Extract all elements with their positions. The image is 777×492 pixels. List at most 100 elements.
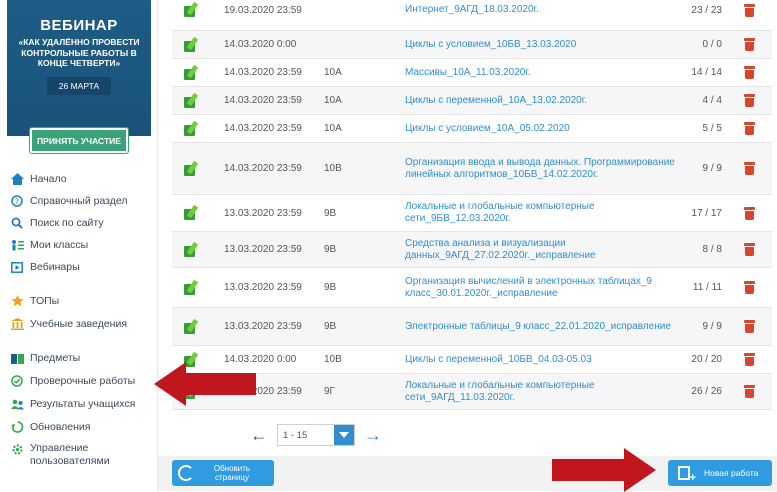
table-row[interactable]: 14.03.2020 0:00 10В Циклы с переменной_10Б… [172, 346, 772, 374]
row-test-name-link[interactable]: Электронные таблицы_9 класс_22.01.2020_и… [405, 308, 675, 345]
table-row[interactable]: 14.03.2020 0:00 Циклы с условием_10БВ_13.… [172, 31, 772, 59]
star-icon [10, 294, 24, 308]
sidebar-item-top[interactable]: ТОПы [10, 294, 59, 308]
row-test-name-link[interactable]: Циклы с переменной_10А_13.02.2020г. [405, 87, 675, 114]
refresh-label: Обновить страницу [213, 464, 251, 482]
next-page-arrow[interactable]: → [361, 425, 385, 446]
row-date: 13.03.2020 23:59 [224, 207, 302, 219]
trash-icon[interactable] [744, 0, 760, 30]
row-test-name-link[interactable]: Локальные и глобальные компьютерные сети… [405, 195, 675, 231]
row-date: 13.03.2020 23:59 [224, 321, 302, 332]
row-date: 13.03.2020 23:59 [224, 282, 302, 293]
sidebar-item-updates[interactable]: Обновления [10, 420, 90, 434]
new-work-button[interactable]: Новая работа [668, 460, 772, 486]
edit-icon[interactable] [184, 232, 204, 267]
sidebar-item-tests[interactable]: Проверочные работы [10, 374, 135, 388]
row-test-name-link[interactable]: Циклы с условием_10А_05.02.2020 [405, 115, 675, 142]
refresh-button[interactable]: Обновить страницу [172, 460, 274, 486]
row-class: 10А [324, 67, 342, 78]
edit-icon[interactable] [184, 0, 204, 30]
table-row[interactable]: 13.03.2020 23:59 9В Локальные и глобальные… [172, 195, 772, 232]
row-date: 14.03.2020 23:59 [224, 163, 302, 174]
svg-text:?: ? [15, 197, 19, 206]
row-class: 10А [324, 95, 342, 106]
subjects-icon [10, 351, 24, 365]
row-score: 4 / 4 [702, 95, 722, 106]
edit-icon[interactable] [184, 308, 204, 345]
row-date: 14.03.2020 23:59 [224, 95, 302, 106]
sidebar-item-classes[interactable]: Мои классы [10, 238, 88, 252]
row-date: 14.03.2020 0:00 [224, 39, 297, 50]
new-work-label: Новая работа [704, 468, 759, 478]
row-test-name-link[interactable]: Интернет_9АГД_18.03.2020г. [405, 0, 675, 30]
banner-date: 26 МАРТА [46, 76, 112, 95]
row-test-name-link[interactable]: Средства анализа и визуализации данных_9… [405, 232, 675, 267]
sidebar-item-help[interactable]: ? Справочный раздел [10, 194, 128, 208]
row-score: 11 / 11 [692, 282, 722, 293]
row-class [324, 0, 384, 30]
trash-icon[interactable] [744, 268, 760, 307]
webinar-banner[interactable]: ВЕБИНАР «КАК УДАЛЁННО ПРОВЕСТИ КОНТРОЛЬН… [7, 0, 151, 136]
banner-subtitle: «КАК УДАЛЁННО ПРОВЕСТИ КОНТРОЛЬНЫЕ РАБОТ… [18, 37, 140, 68]
trash-icon[interactable] [744, 59, 760, 86]
trash-icon[interactable] [744, 232, 760, 267]
table-row[interactable]: 14.03.2020 23:59 10А Циклы с условием_10А_… [172, 115, 772, 143]
updates-icon [10, 420, 24, 434]
edit-icon[interactable] [184, 59, 204, 86]
row-date: 14.03.2020 23:59 [224, 67, 302, 78]
table-row[interactable]: 14.03.2020 23:59 10В Организация ввода и в… [172, 143, 772, 195]
trash-icon[interactable] [744, 87, 760, 114]
trash-icon[interactable] [744, 308, 760, 345]
sidebar-item-home[interactable]: Начало [10, 172, 67, 186]
trash-icon[interactable] [744, 346, 760, 373]
prev-page-arrow[interactable]: ← [247, 425, 271, 446]
row-class: 9Г [324, 386, 335, 397]
row-class: 10В [324, 354, 342, 365]
table-row[interactable]: 13.03.2020 23:59 9В Электронные таблицы_9 … [172, 308, 772, 346]
row-test-name-link[interactable]: Локальные и глобальные компьютерные сети… [405, 374, 675, 409]
sidebar-item-results[interactable]: Результаты учащихся [10, 397, 135, 411]
join-button[interactable]: ПРИНЯТЬ УЧАСТИЕ [30, 128, 128, 153]
trash-icon[interactable] [744, 143, 760, 194]
trash-icon[interactable] [744, 195, 760, 231]
table-row[interactable]: 13.03.2020 23:59 9В Организация вычислений… [172, 268, 772, 308]
edit-icon[interactable] [184, 143, 204, 194]
school-icon [10, 317, 24, 331]
sidebar-item-schools[interactable]: Учебные заведения [10, 317, 127, 331]
row-test-name-link[interactable]: Организация вычислений в электронных таб… [405, 268, 675, 307]
trash-icon[interactable] [744, 374, 760, 409]
sidebar-item-label: Проверочные работы [30, 375, 136, 387]
table-row[interactable]: 14.03.2020 23:59 10А Массивы_10А_11.03.202… [172, 59, 772, 87]
row-test-name-link[interactable]: Циклы с переменной_10БВ_04.03-05.03 [405, 346, 675, 373]
new-document-icon [678, 466, 696, 484]
trash-icon[interactable] [744, 115, 760, 142]
sidebar-item-users[interactable]: Управление пользователями [10, 442, 140, 468]
row-test-name-link[interactable]: Организация ввода и вывода данных. Прогр… [405, 143, 675, 194]
sidebar-item-label: Мои классы [30, 239, 89, 251]
edit-icon[interactable] [184, 268, 204, 307]
trash-icon[interactable] [744, 31, 760, 58]
row-score: 26 / 26 [691, 386, 722, 397]
edit-icon[interactable] [184, 87, 204, 114]
row-score: 23 / 23 [691, 4, 722, 16]
page-range-select[interactable]: 1 - 15 [277, 424, 355, 446]
table-row[interactable]: 13.03.2020 23:59 9В Средства анализа и виз… [172, 232, 772, 268]
row-score: 5 / 5 [702, 123, 722, 134]
table-row[interactable]: 14.03.2020 23:59 10А Циклы с переменной_10… [172, 87, 772, 115]
row-class: 9В [324, 321, 337, 332]
chevron-down-icon[interactable] [334, 425, 354, 445]
table-row[interactable]: 12.03.2020 23:59 9Г Локальные и глобальные… [172, 374, 772, 410]
row-test-name-link[interactable]: Массивы_10А_11.03.2020г. [405, 59, 675, 86]
row-test-name-link[interactable]: Циклы с условием_10БВ_13.03.2020 [405, 31, 675, 58]
sidebar-item-subjects[interactable]: Предметы [10, 351, 80, 365]
edit-icon[interactable] [184, 115, 204, 142]
check-icon [10, 374, 24, 388]
sidebar: ВЕБИНАР «КАК УДАЛЁННО ПРОВЕСТИ КОНТРОЛЬН… [0, 0, 158, 491]
table-row[interactable]: 19.03.2020 23:59 Интернет_9АГД_18.03.2020… [172, 0, 772, 31]
sidebar-item-webinars[interactable]: Вебинары [10, 260, 80, 274]
sidebar-item-label: Предметы [30, 352, 81, 364]
annotation-arrow-right [552, 448, 656, 492]
edit-icon[interactable] [184, 195, 204, 231]
edit-icon[interactable] [184, 31, 204, 58]
sidebar-item-search[interactable]: Поиск по сайту [10, 216, 104, 230]
